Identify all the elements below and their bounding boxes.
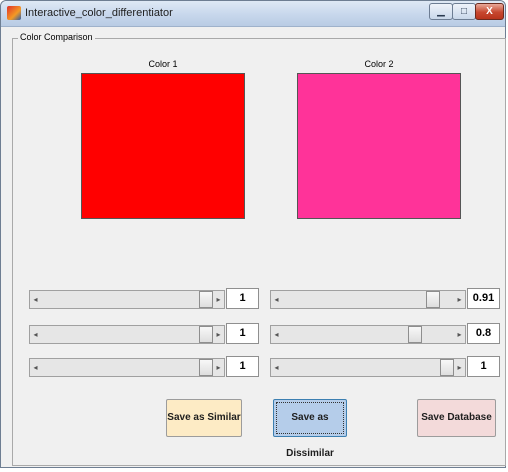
slider-left-arrow-icon[interactable]: ◂ xyxy=(31,328,40,341)
slider-left-arrow-icon[interactable]: ◂ xyxy=(272,361,281,374)
slider-thumb[interactable] xyxy=(440,359,454,376)
slider-right-arrow-icon[interactable]: ▸ xyxy=(214,361,223,374)
save-database-button[interactable]: Save Database xyxy=(417,399,496,437)
color1-value-3[interactable]: 1 xyxy=(226,356,259,377)
slider-thumb[interactable] xyxy=(199,359,213,376)
color2-swatch xyxy=(297,73,461,219)
slider-left-arrow-icon[interactable]: ◂ xyxy=(31,361,40,374)
color1-slider-1[interactable]: ◂ ▸ xyxy=(29,290,225,309)
slider-right-arrow-icon[interactable]: ▸ xyxy=(455,361,464,374)
slider-right-arrow-icon[interactable]: ▸ xyxy=(214,293,223,306)
color1-value-1[interactable]: 1 xyxy=(226,288,259,309)
slider-thumb[interactable] xyxy=(199,291,213,308)
slider-left-arrow-icon[interactable]: ◂ xyxy=(272,328,281,341)
color2-value-3[interactable]: 1 xyxy=(467,356,500,377)
save-as-similar-button[interactable]: Save as Similar xyxy=(166,399,242,437)
save-as-dissimilar-button[interactable]: Save as Dissimilar xyxy=(273,399,347,459)
slider-thumb[interactable] xyxy=(199,326,213,343)
matlab-app-icon xyxy=(7,6,21,20)
color2-slider-1[interactable]: ◂ ▸ xyxy=(270,290,466,309)
title-bar[interactable]: Interactive_color_differentiator ▁ □ X xyxy=(1,1,505,27)
slider-left-arrow-icon[interactable]: ◂ xyxy=(272,293,281,306)
slider-thumb[interactable] xyxy=(425,291,440,308)
maximize-button[interactable]: □ xyxy=(452,3,476,20)
slider-left-arrow-icon[interactable]: ◂ xyxy=(31,293,40,306)
slider-thumb[interactable] xyxy=(408,326,423,343)
color1-slider-3[interactable]: ◂ ▸ xyxy=(29,358,225,377)
color1-label: Color 1 xyxy=(148,59,178,69)
color1-swatch xyxy=(81,73,245,219)
color1-value-2[interactable]: 1 xyxy=(226,323,259,344)
color2-slider-2[interactable]: ◂ ▸ xyxy=(270,325,466,344)
panel-title: Color Comparison xyxy=(18,32,95,42)
color2-value-1[interactable]: 0.91 xyxy=(467,288,500,309)
color2-slider-3[interactable]: ◂ ▸ xyxy=(270,358,466,377)
slider-right-arrow-icon[interactable]: ▸ xyxy=(455,293,464,306)
color2-label: Color 2 xyxy=(364,59,394,69)
color2-value-2[interactable]: 0.8 xyxy=(467,323,500,344)
slider-right-arrow-icon[interactable]: ▸ xyxy=(214,328,223,341)
window-title: Interactive_color_differentiator xyxy=(25,7,173,19)
color1-slider-2[interactable]: ◂ ▸ xyxy=(29,325,225,344)
minimize-button[interactable]: ▁ xyxy=(429,3,453,20)
slider-right-arrow-icon[interactable]: ▸ xyxy=(455,328,464,341)
close-button[interactable]: X xyxy=(475,3,504,20)
